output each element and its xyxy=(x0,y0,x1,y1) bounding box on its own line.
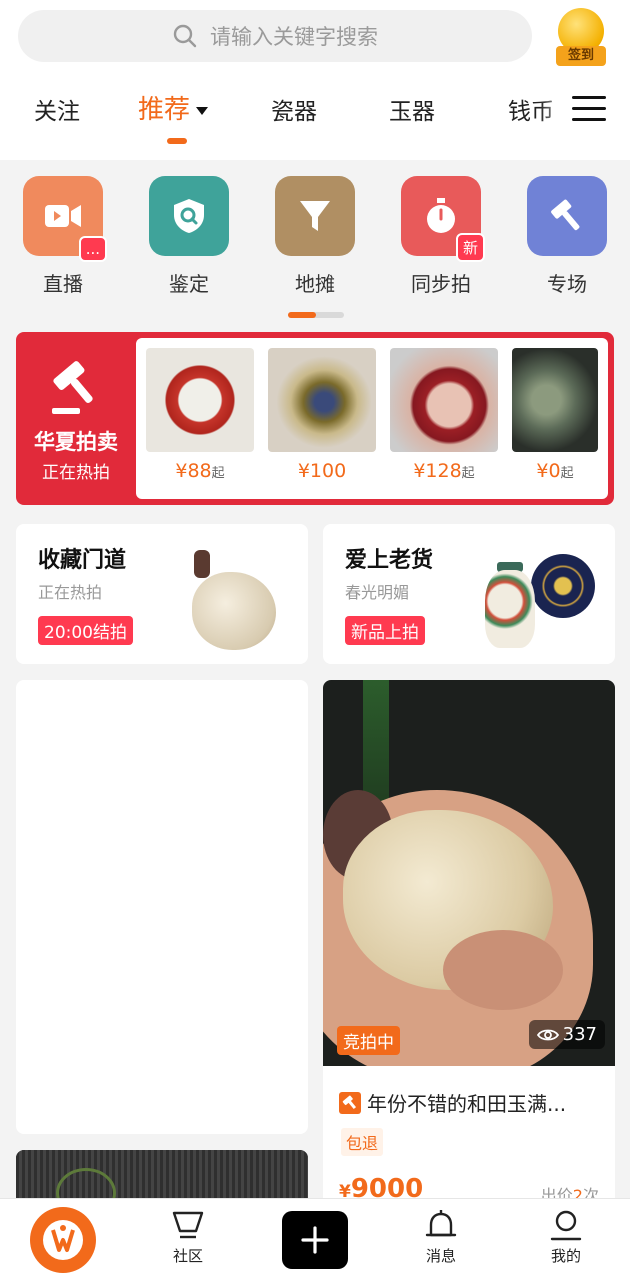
promo-tag: 新品上拍 xyxy=(345,616,425,645)
auction-item-image xyxy=(146,348,254,452)
promo-title: 收藏门道 xyxy=(38,548,127,573)
auction-item-image xyxy=(268,348,376,452)
auction-item-price: ¥0起 xyxy=(536,460,574,482)
tab-recommend-label: 推荐 xyxy=(138,95,191,125)
page-indicator xyxy=(288,312,344,318)
auction-item[interactable]: ¥128起 xyxy=(390,348,498,482)
gavel-icon xyxy=(52,361,93,414)
auction-title: 华夏拍卖 xyxy=(34,430,118,454)
promo-tag: 20:00结拍 xyxy=(38,616,133,645)
auction-banner[interactable]: 华夏拍卖 正在热拍 ¥88起 ¥100 ¥128起 ¥0起 xyxy=(16,332,614,505)
jade-pendant-image xyxy=(184,550,280,654)
auction-item-image xyxy=(390,348,498,452)
category-label: 直播 xyxy=(43,272,83,296)
plus-icon xyxy=(301,1226,329,1254)
gavel-icon xyxy=(527,176,607,256)
porcelain-image xyxy=(479,548,599,658)
publish-button[interactable] xyxy=(282,1211,348,1269)
search-placeholder: 请输入关键字搜索 xyxy=(210,25,378,49)
tab-fade xyxy=(540,84,572,134)
auction-item[interactable]: ¥88起 xyxy=(146,348,254,482)
category-label: 地摊 xyxy=(295,272,335,296)
signin-label: 签到 xyxy=(556,46,606,66)
promo-card-antiques[interactable]: 爱上老货 春光明媚 新品上拍 xyxy=(323,524,615,664)
app-logo-icon xyxy=(43,1220,83,1260)
category-sync-auction[interactable]: 新 同步拍 xyxy=(400,176,485,297)
category-label: 鉴定 xyxy=(169,272,209,296)
promo-card-collecting[interactable]: 收藏门道 正在热拍 20:00结拍 xyxy=(16,524,308,664)
auction-item-price: ¥100 xyxy=(297,460,347,482)
category-stall[interactable]: 地摊 xyxy=(274,176,356,297)
search-icon xyxy=(173,24,197,48)
auction-hammer-icon xyxy=(339,1091,361,1114)
category-appraisal[interactable]: 鉴定 xyxy=(148,176,230,297)
nav-messages[interactable]: 消息 xyxy=(406,1209,476,1266)
feed-card-placeholder xyxy=(16,680,308,1134)
shield-search-icon xyxy=(149,176,229,256)
auction-item[interactable]: ¥100 xyxy=(268,348,376,482)
feed-card-item[interactable]: 竞拍中 337 年份不错的和田玉满... 包退 ¥9000 出价2次 xyxy=(323,680,615,1220)
tab-porcelain[interactable]: 瓷器 xyxy=(271,92,317,126)
category-special[interactable]: 专场 xyxy=(526,176,608,297)
item-photo xyxy=(323,680,615,1066)
promo-subtitle: 正在热拍 xyxy=(38,583,103,602)
category-tabs: 关注 推荐 瓷器 玉器 钱币 xyxy=(0,84,630,144)
category-grid: ... 直播 鉴定 地摊 新 同步拍 专场 xyxy=(0,160,630,325)
auction-status-badge: 竞拍中 xyxy=(337,1026,400,1055)
category-live[interactable]: ... 直播 xyxy=(22,176,107,297)
auction-item-image xyxy=(512,348,598,452)
item-title: 年份不错的和田玉满... xyxy=(339,1088,601,1117)
nav-mine[interactable]: 我的 xyxy=(531,1209,601,1266)
auction-item-price: ¥128起 xyxy=(413,460,475,482)
promo-title: 爱上老货 xyxy=(345,548,434,573)
auction-item[interactable]: ¥0起 xyxy=(512,348,608,482)
bell-icon xyxy=(425,1210,457,1237)
active-tab-indicator xyxy=(167,138,187,144)
view-count: 337 xyxy=(528,1020,605,1049)
bottom-nav: 社区 消息 我的 xyxy=(0,1198,630,1280)
auction-subtitle: 正在热拍 xyxy=(42,463,110,483)
category-label: 同步拍 xyxy=(411,272,471,296)
refund-tag: 包退 xyxy=(341,1128,384,1156)
user-icon xyxy=(550,1210,582,1241)
video-camera-icon: ... xyxy=(23,176,107,262)
category-badge: 新 xyxy=(455,233,485,262)
stopwatch-icon: 新 xyxy=(401,176,485,262)
auction-items: ¥88起 ¥100 ¥128起 ¥0起 xyxy=(136,338,608,499)
search-input[interactable]: 请输入关键字搜索 xyxy=(18,10,532,62)
tab-follow[interactable]: 关注 xyxy=(34,92,80,126)
eye-icon xyxy=(536,1029,559,1040)
auction-item-price: ¥88起 xyxy=(175,460,225,482)
tab-jade[interactable]: 玉器 xyxy=(389,92,435,126)
page-indicator-active xyxy=(288,312,316,318)
tab-recommend[interactable]: 推荐 xyxy=(138,89,209,126)
menu-icon[interactable] xyxy=(572,96,606,122)
funnel-icon xyxy=(275,176,355,256)
nav-community[interactable]: 社区 xyxy=(153,1209,223,1266)
caret-down-icon xyxy=(196,106,209,115)
auction-brand: 华夏拍卖 正在热拍 xyxy=(16,332,136,505)
nav-home[interactable] xyxy=(30,1207,96,1273)
category-badge: ... xyxy=(78,236,107,262)
category-label: 专场 xyxy=(547,272,587,296)
promo-subtitle: 春光明媚 xyxy=(345,583,410,602)
signin-button[interactable]: 签到 xyxy=(556,8,606,66)
community-icon xyxy=(172,1211,204,1239)
